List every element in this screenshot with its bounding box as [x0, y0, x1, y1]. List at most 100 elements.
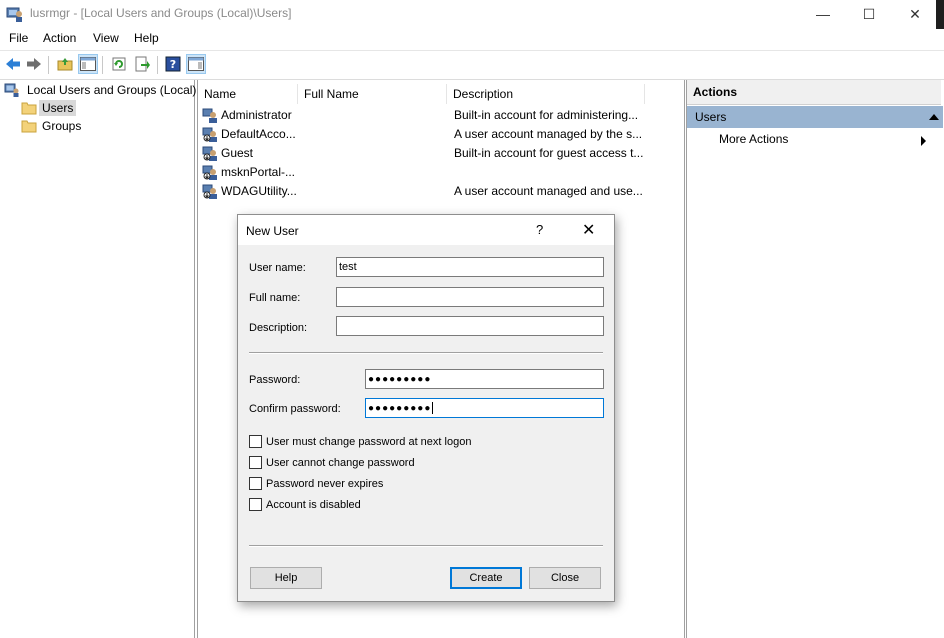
menu-help[interactable]: Help [134, 31, 159, 45]
show-hide-action-pane-icon[interactable] [186, 54, 206, 74]
separator [249, 352, 603, 354]
computer-users-icon [4, 82, 20, 98]
separator [249, 545, 603, 547]
console-tree-pane: Local Users and Groups (Local) Users Gro… [0, 80, 196, 638]
row-description: Built-in account for administering... [454, 108, 639, 122]
folder-icon [21, 119, 37, 133]
checkbox-label: Password never expires [266, 477, 384, 490]
show-hide-tree-icon[interactable] [78, 54, 98, 74]
disabled-user-icon [202, 145, 218, 161]
tree-label-root: Local Users and Groups (Local) [27, 83, 197, 97]
close-button[interactable]: Close [529, 567, 601, 589]
column-header-description[interactable]: Description [447, 84, 645, 104]
table-row[interactable]: DefaultAcco... A user account managed by… [202, 125, 680, 144]
actions-group-label: Users [695, 110, 727, 124]
confirm-password-value: ●●●●●●●●● [368, 403, 432, 414]
password-value: ●●●●●●●●● [368, 374, 432, 385]
actions-header: Actions [687, 80, 941, 105]
row-name: msknPortal-... [221, 165, 296, 179]
back-arrow-icon[interactable] [3, 54, 23, 74]
confirm-password-label: Confirm password: [249, 403, 341, 415]
users-app-icon [6, 5, 24, 23]
checkbox-box[interactable] [249, 477, 262, 490]
disabled-user-icon [202, 164, 218, 180]
password-label: Password: [249, 374, 301, 386]
refresh-icon[interactable] [109, 54, 129, 74]
row-name: DefaultAcco... [221, 127, 296, 141]
checkbox-must-change-password[interactable]: User must change password at next logon [249, 435, 471, 448]
row-description: Built-in account for guest access t... [454, 146, 644, 160]
row-description: A user account managed by the s... [454, 127, 643, 141]
tree-node-root[interactable]: Local Users and Groups (Local) [4, 82, 199, 98]
close-window-button[interactable]: ✕ [892, 0, 938, 28]
description-field[interactable] [336, 316, 604, 336]
toolbar: ? [0, 50, 944, 80]
dialog-title: New User [246, 224, 299, 238]
window-title: lusrmgr - [Local Users and Groups (Local… [30, 6, 292, 20]
dialog-title-bar: New User ? ✕ [238, 215, 614, 245]
menu-file[interactable]: File [9, 31, 28, 45]
disabled-user-icon [202, 183, 218, 199]
password-field[interactable]: ●●●●●●●●● [365, 369, 604, 389]
row-name: Administrator [221, 108, 292, 122]
title-bar: lusrmgr - [Local Users and Groups (Local… [0, 0, 944, 28]
submenu-arrow-icon [921, 136, 926, 146]
checkbox-password-never-expires[interactable]: Password never expires [249, 477, 383, 490]
dialog-close-icon[interactable]: ✕ [582, 220, 595, 240]
checkbox-box[interactable] [249, 435, 262, 448]
collapse-up-icon[interactable] [929, 114, 939, 120]
more-actions-item[interactable]: More Actions [719, 132, 788, 146]
checkbox-account-disabled[interactable]: Account is disabled [249, 498, 361, 511]
minimize-icon: — [816, 6, 830, 22]
close-icon: ✕ [909, 5, 921, 22]
toolbar-separator [157, 56, 158, 74]
forward-arrow-icon[interactable] [24, 54, 44, 74]
tree-node-groups[interactable]: Groups [21, 118, 84, 134]
svg-text:?: ? [170, 58, 176, 71]
disabled-user-icon [202, 126, 218, 142]
checkbox-cannot-change-password[interactable]: User cannot change password [249, 456, 415, 469]
table-row[interactable]: WDAGUtility... A user account managed an… [202, 182, 680, 201]
column-header-full-name[interactable]: Full Name [298, 84, 447, 104]
maximize-button[interactable]: ☐ [846, 0, 892, 28]
new-user-dialog: New User ? ✕ User name: test Full name: … [237, 214, 615, 602]
checkbox-box[interactable] [249, 456, 262, 469]
user-icon [202, 107, 218, 123]
text-caret [432, 402, 434, 415]
folder-icon [21, 101, 37, 115]
toolbar-separator [102, 56, 103, 74]
full-name-label: Full name: [249, 292, 301, 304]
actions-group-users[interactable]: Users [687, 106, 943, 128]
help-icon[interactable]: ? [163, 54, 183, 74]
checkbox-box[interactable] [249, 498, 262, 511]
tree-node-users[interactable]: Users [21, 100, 77, 116]
full-name-field[interactable] [336, 287, 604, 307]
table-row[interactable]: Guest Built-in account for guest access … [202, 144, 680, 163]
menu-bar: File Action View Help [0, 29, 944, 49]
description-label: Description: [249, 322, 308, 334]
toolbar-separator [48, 56, 49, 74]
table-row[interactable]: Administrator Built-in account for admin… [202, 106, 680, 125]
row-name: WDAGUtility... [221, 184, 297, 198]
checkbox-label: Account is disabled [266, 498, 361, 511]
maximize-icon: ☐ [862, 5, 876, 22]
user-name-label: User name: [249, 262, 306, 274]
export-list-icon[interactable] [132, 54, 152, 74]
tree-label-users: Users [39, 100, 77, 116]
confirm-password-field[interactable]: ●●●●●●●●● [365, 398, 604, 418]
checkbox-label: User must change password at next logon [266, 435, 472, 448]
tree-label-groups: Groups [42, 119, 82, 133]
minimize-button[interactable]: — [800, 0, 846, 28]
menu-action[interactable]: Action [43, 31, 76, 45]
column-header-name[interactable]: Name [198, 84, 298, 104]
user-name-field[interactable]: test [336, 257, 604, 277]
dialog-help-icon[interactable]: ? [536, 222, 543, 237]
menu-view[interactable]: View [93, 31, 119, 45]
row-description: A user account managed and use... [454, 184, 643, 198]
create-button[interactable]: Create [450, 567, 522, 589]
table-row[interactable]: msknPortal-... [202, 163, 680, 182]
checkbox-label: User cannot change password [266, 456, 415, 469]
help-button[interactable]: Help [250, 567, 322, 589]
actions-pane: Actions Users More Actions [686, 80, 944, 638]
up-folder-icon[interactable] [55, 54, 75, 74]
